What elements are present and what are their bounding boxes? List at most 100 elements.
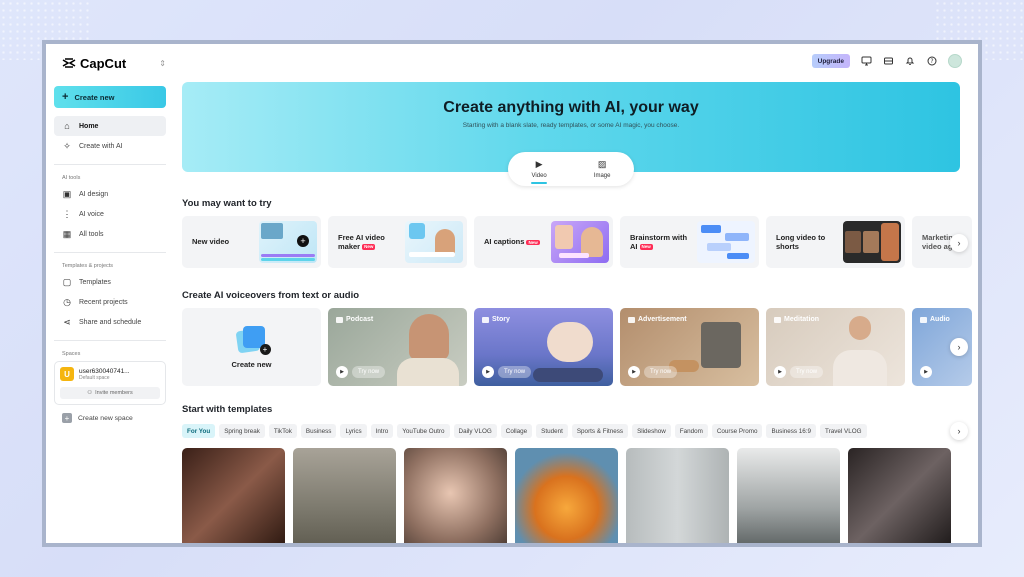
text-icon	[774, 316, 781, 323]
create-new-space-label: Create new space	[78, 414, 133, 422]
tab-video[interactable]: ▶ Video	[531, 159, 548, 184]
voiceover-card-advertisement[interactable]: Advertisement ▶ Try now	[620, 308, 759, 386]
long-to-shorts-art	[843, 221, 901, 263]
sidebar-item-all-tools[interactable]: ▦ All tools	[54, 224, 166, 244]
next-arrow-try[interactable]: ›	[950, 234, 968, 252]
sparkle-icon: ✧	[63, 140, 71, 151]
add-user-icon: ⚇	[87, 390, 93, 396]
section-title-projects: Templates & projects	[62, 263, 114, 269]
hero-title: Create anything with AI, your way	[443, 99, 699, 116]
section-title-try: You may want to try	[182, 198, 272, 209]
try-card-ai-video-maker[interactable]: Free AI video maker New	[328, 216, 467, 268]
chevron-right-icon: ›	[957, 426, 961, 436]
tab-image[interactable]: ▨ Image	[594, 159, 611, 179]
chip-business[interactable]: Business	[300, 424, 337, 438]
template-thumbnail[interactable]	[182, 448, 285, 543]
play-icon[interactable]: ▶	[336, 366, 348, 378]
new-video-art: +	[259, 221, 317, 263]
voice-create-icon: +	[235, 325, 271, 355]
text-icon	[628, 316, 635, 323]
chip-business-16-9[interactable]: Business 16:9	[766, 424, 817, 438]
sidebar-item-recent-projects[interactable]: ◷ Recent projects	[54, 292, 166, 312]
sidebar-item-ai-voice[interactable]: ⋮ AI voice	[54, 204, 166, 224]
chip-fandom[interactable]: Fandom	[674, 424, 708, 438]
chip-for-you[interactable]: For You	[182, 424, 216, 438]
sidebar-item-ai-design[interactable]: ▣ AI design	[54, 184, 166, 204]
try-card-new-video[interactable]: New video +	[182, 216, 321, 268]
template-thumbnail[interactable]	[848, 448, 951, 543]
play-icon[interactable]: ▶	[920, 366, 932, 378]
divider	[54, 252, 166, 253]
sidebar-item-create-with-ai[interactable]: ✧ Create with AI	[54, 136, 166, 156]
plus-icon: +	[297, 235, 309, 247]
tab-label: Image	[593, 173, 611, 179]
brainstorm-art	[697, 221, 755, 263]
brand: CapCut ⇕	[54, 52, 166, 74]
voiceover-card-meditation[interactable]: Meditation ▶ Try now	[766, 308, 905, 386]
card-label: Podcast	[346, 316, 374, 323]
chip-intro[interactable]: Intro	[370, 424, 394, 438]
space-avatar: U	[60, 367, 74, 381]
sidebar-item-home[interactable]: ⌂ Home	[54, 116, 166, 136]
try-now-button[interactable]: Try now	[498, 366, 532, 378]
chip-lyrics[interactable]: Lyrics	[340, 424, 367, 438]
chip-collage[interactable]: Collage	[500, 424, 533, 438]
next-arrow-voiceovers[interactable]: ›	[950, 338, 968, 356]
image-icon: ▨	[597, 159, 607, 169]
chip-course-promo[interactable]: Course Promo	[711, 424, 763, 438]
chip-spring-break[interactable]: Spring break	[219, 424, 265, 438]
text-icon	[336, 316, 343, 323]
try-card-brainstorm[interactable]: Brainstorm with AI New	[620, 216, 759, 268]
create-new-label: Create new	[74, 92, 115, 102]
card-label: Long video to shorts	[776, 232, 826, 251]
play-icon[interactable]: ▶	[628, 366, 640, 378]
sidebar-item-label: Templates	[79, 278, 111, 286]
sidebar-item-label: AI voice	[79, 210, 104, 218]
chip-tiktok[interactable]: TikTok	[268, 424, 297, 438]
voiceover-card-podcast[interactable]: Podcast ▶ Try now	[328, 308, 467, 386]
try-card-ai-captions[interactable]: AI captions New	[474, 216, 613, 268]
invite-members-button[interactable]: ⚇ Invite members	[60, 387, 160, 399]
voiceover-card-story[interactable]: Story ▶ Try now	[474, 308, 613, 386]
play-icon[interactable]: ▶	[482, 366, 494, 378]
template-thumbnail[interactable]	[626, 448, 729, 543]
template-category-chips: For You Spring break TikTok Business Lyrics I…	[182, 424, 867, 438]
section-title-templates: Start with templates	[182, 404, 273, 415]
chip-daily-vlog[interactable]: Daily VLOG	[453, 424, 497, 438]
card-label: Brainstorm with AI	[630, 232, 688, 251]
template-thumbnails	[182, 448, 951, 543]
sidebar-item-templates[interactable]: ▢ Templates	[54, 272, 166, 292]
chip-sports-fitness[interactable]: Sports & Fitness	[571, 424, 629, 438]
new-badge: New	[526, 239, 540, 246]
try-now-button[interactable]: Try now	[790, 366, 824, 378]
main-content: Create anything with AI, your way Starti…	[182, 44, 978, 543]
hero-subtitle: Starting with a blank slate, ready templ…	[462, 122, 680, 129]
chip-travel-vlog[interactable]: Travel VLOG	[820, 424, 867, 438]
template-thumbnail[interactable]	[737, 448, 840, 543]
chip-youtube-outro[interactable]: YouTube Outro	[397, 424, 450, 438]
create-new-button[interactable]: + Create new	[54, 86, 166, 108]
card-label: Advertisement	[638, 316, 687, 323]
play-icon[interactable]: ▶	[774, 366, 786, 378]
card-label: AI captions	[484, 237, 525, 247]
ai-captions-art	[551, 221, 609, 263]
try-now-button[interactable]: Try now	[352, 366, 386, 378]
chip-slideshow[interactable]: Slideshow	[632, 424, 671, 438]
template-thumbnail[interactable]	[515, 448, 618, 543]
voiceover-cards-row: + Create new Podcast ▶ Try now Story ▶ Try…	[182, 308, 972, 386]
template-icon: ▢	[62, 276, 72, 287]
try-card-long-to-shorts[interactable]: Long video to shorts	[766, 216, 905, 268]
try-now-button[interactable]: Try now	[644, 366, 678, 378]
voiceover-create-new[interactable]: + Create new	[182, 308, 321, 386]
chip-student[interactable]: Student	[536, 424, 568, 438]
space-card[interactable]: U user630040741... Default space ⚇ Invit…	[54, 361, 166, 405]
sidebar-item-label: Home	[79, 122, 99, 130]
next-arrow-chips[interactable]: ›	[950, 422, 968, 440]
sidebar-item-share-schedule[interactable]: ⋖ Share and schedule	[54, 312, 166, 332]
template-thumbnail[interactable]	[293, 448, 396, 543]
create-new-space-button[interactable]: + Create new space	[54, 413, 166, 423]
divider	[54, 164, 166, 165]
text-icon	[482, 316, 489, 323]
template-thumbnail[interactable]	[404, 448, 507, 543]
switch-workspace-icon[interactable]: ⇕	[159, 59, 166, 68]
